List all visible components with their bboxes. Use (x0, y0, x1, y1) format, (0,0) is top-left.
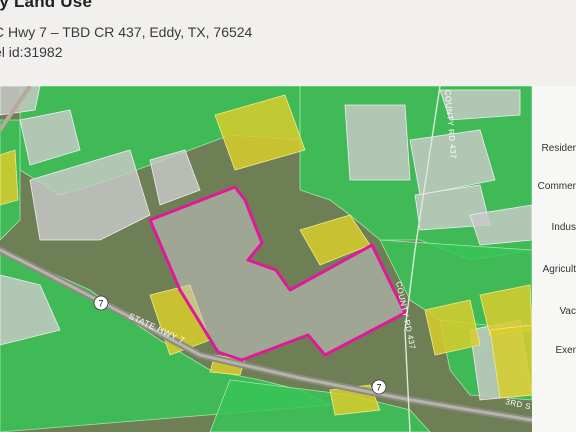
legend-vacant: Vac (559, 306, 576, 317)
legend-residential: Resider (541, 143, 576, 154)
highway-7-shield-number: 7 (98, 299, 103, 309)
highway-7-shield: 7 (93, 295, 109, 311)
page-title: rby Land Use (0, 0, 93, 11)
land-use-legend: Resider Commer Indus Agricult Vac Exer (532, 86, 576, 432)
parcel-id: el id:31982 (0, 44, 63, 60)
legend-exempt: Exer (555, 345, 576, 356)
legend-industrial: Indus (551, 222, 576, 233)
legend-commercial: Commer (537, 181, 576, 192)
highway-7-shield: 7 (371, 379, 387, 395)
land-use-map[interactable]: STATE HWY 7 COUNTY RD 437 COUNTY RD 437 … (0, 86, 532, 432)
highway-7-shield-number: 7 (376, 383, 381, 393)
legend-agricultural: Agricult (542, 264, 576, 275)
property-address: C Hwy 7 – TBD CR 437, Eddy, TX, 76524 (0, 24, 253, 40)
